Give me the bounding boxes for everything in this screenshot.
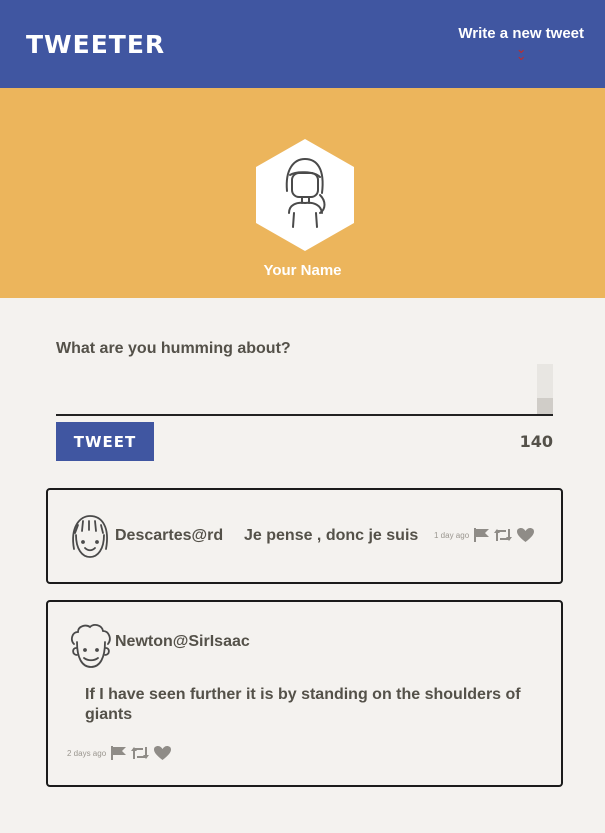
retweet-icon[interactable]: [130, 745, 150, 761]
profile-header: Your Name: [0, 88, 605, 298]
tweet-card: Descartes@rd Je pense , donc je suis 1 d…: [46, 488, 563, 584]
profile-name: Your Name: [263, 262, 342, 279]
tweet-handle[interactable]: Descartes@rd: [115, 527, 223, 545]
avatar-bangs-icon: [72, 515, 108, 558]
tweet-button[interactable]: TWEET: [56, 422, 154, 461]
char-counter: 140: [519, 432, 553, 451]
tweet-handle[interactable]: Newton@SirIsaac: [115, 633, 250, 651]
tweet-meta: 1 day ago: [434, 527, 535, 543]
tweet-meta: 2 days ago: [67, 745, 172, 761]
textarea-resize-handle[interactable]: [537, 398, 553, 414]
flag-icon[interactable]: [110, 745, 127, 761]
compose-prompt: What are you humming about?: [56, 340, 291, 357]
double-chevron-down-icon[interactable]: ⌄ ⌄: [458, 42, 584, 62]
retweet-icon[interactable]: [493, 527, 513, 543]
heart-icon[interactable]: [153, 745, 172, 761]
tweet-card: Newton@SirIsaac If I have seen further i…: [46, 600, 563, 787]
heart-icon[interactable]: [516, 527, 535, 543]
compose-form: What are you humming about? TWEET 140: [56, 340, 553, 461]
tweet-age: 2 days ago: [67, 748, 107, 758]
tweet-text: If I have seen further it is by standing…: [85, 686, 521, 723]
brand-logo[interactable]: TWEETER: [26, 30, 165, 59]
avatar-girl-icon: [256, 139, 354, 251]
write-tweet-toggle[interactable]: Write a new tweet ⌄ ⌄: [458, 25, 584, 62]
tweet-age: 1 day ago: [434, 530, 470, 540]
write-tweet-label[interactable]: Write a new tweet: [458, 25, 584, 42]
flag-icon[interactable]: [473, 527, 490, 543]
avatar-curly-icon: [71, 624, 111, 668]
navbar: TWEETER Write a new tweet ⌄ ⌄: [0, 0, 605, 88]
tweet-text: Je pense , donc je suis: [244, 527, 419, 544]
tweet-textarea[interactable]: [56, 360, 553, 416]
